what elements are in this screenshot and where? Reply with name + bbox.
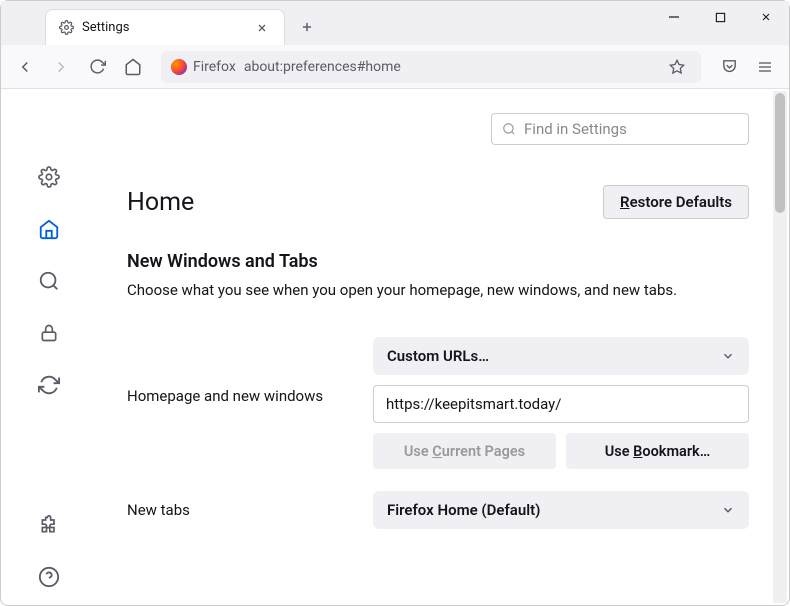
app-menu-button[interactable]	[749, 51, 781, 83]
maximize-button[interactable]	[697, 1, 743, 33]
restore-defaults-button[interactable]: Restore Defaults	[603, 185, 749, 219]
sidebar-item-sync[interactable]	[29, 365, 69, 405]
settings-search-input[interactable]	[524, 120, 738, 138]
homepage-label: Homepage and new windows	[127, 337, 357, 405]
page-title: Home	[127, 188, 194, 217]
section-description: Choose what you see when you open your h…	[127, 280, 749, 301]
url-text: about:preferences#home	[244, 59, 663, 75]
gear-icon	[58, 20, 74, 36]
window-controls	[651, 1, 789, 45]
reload-button[interactable]	[81, 51, 113, 83]
home-button[interactable]	[117, 51, 149, 83]
use-current-pages-button[interactable]: Use Current Pages	[373, 433, 556, 469]
newtabs-mode-select[interactable]: Firefox Home (Default)	[373, 491, 749, 529]
titlebar: Settings	[1, 1, 789, 45]
select-value: Custom URLs…	[387, 347, 489, 365]
sidebar-item-search[interactable]	[29, 261, 69, 301]
identity-box[interactable]: Firefox	[171, 59, 236, 75]
url-bar[interactable]: Firefox about:preferences#home	[161, 51, 701, 83]
use-bookmark-button[interactable]: Use Bookmark…	[566, 433, 749, 469]
sidebar-item-extensions[interactable]	[29, 505, 69, 545]
close-window-button[interactable]	[743, 1, 789, 33]
sidebar-item-support[interactable]	[29, 557, 69, 597]
new-tab-button[interactable]	[291, 11, 323, 43]
firefox-logo-icon	[171, 59, 187, 75]
back-button[interactable]	[9, 51, 41, 83]
tab-label: Settings	[82, 20, 252, 35]
close-tab-button[interactable]	[252, 18, 272, 38]
homepage-url-input[interactable]	[373, 385, 749, 423]
homepage-mode-select[interactable]: Custom URLs…	[373, 337, 749, 375]
section-title: New Windows and Tabs	[127, 251, 749, 272]
scrollbar[interactable]	[773, 91, 787, 603]
identity-label: Firefox	[193, 59, 236, 75]
bookmark-star-button[interactable]	[663, 53, 691, 81]
preferences-sidebar	[1, 89, 97, 605]
tab-settings[interactable]: Settings	[45, 9, 285, 45]
sidebar-item-general[interactable]	[29, 157, 69, 197]
minimize-button[interactable]	[651, 1, 697, 33]
pocket-button[interactable]	[713, 51, 745, 83]
main-content: Home Restore Defaults New Windows and Ta…	[97, 89, 789, 605]
select-value: Firefox Home (Default)	[387, 501, 540, 519]
search-icon	[502, 122, 516, 136]
content-area: Home Restore Defaults New Windows and Ta…	[1, 89, 789, 605]
forward-button[interactable]	[45, 51, 77, 83]
sidebar-item-home[interactable]	[29, 209, 69, 249]
newtabs-label: New tabs	[127, 501, 357, 519]
sidebar-item-privacy[interactable]	[29, 313, 69, 353]
chevron-down-icon	[721, 349, 735, 363]
nav-toolbar: Firefox about:preferences#home	[1, 45, 789, 89]
settings-search-box[interactable]	[491, 113, 749, 145]
scrollbar-thumb[interactable]	[775, 93, 785, 213]
chevron-down-icon	[721, 503, 735, 517]
